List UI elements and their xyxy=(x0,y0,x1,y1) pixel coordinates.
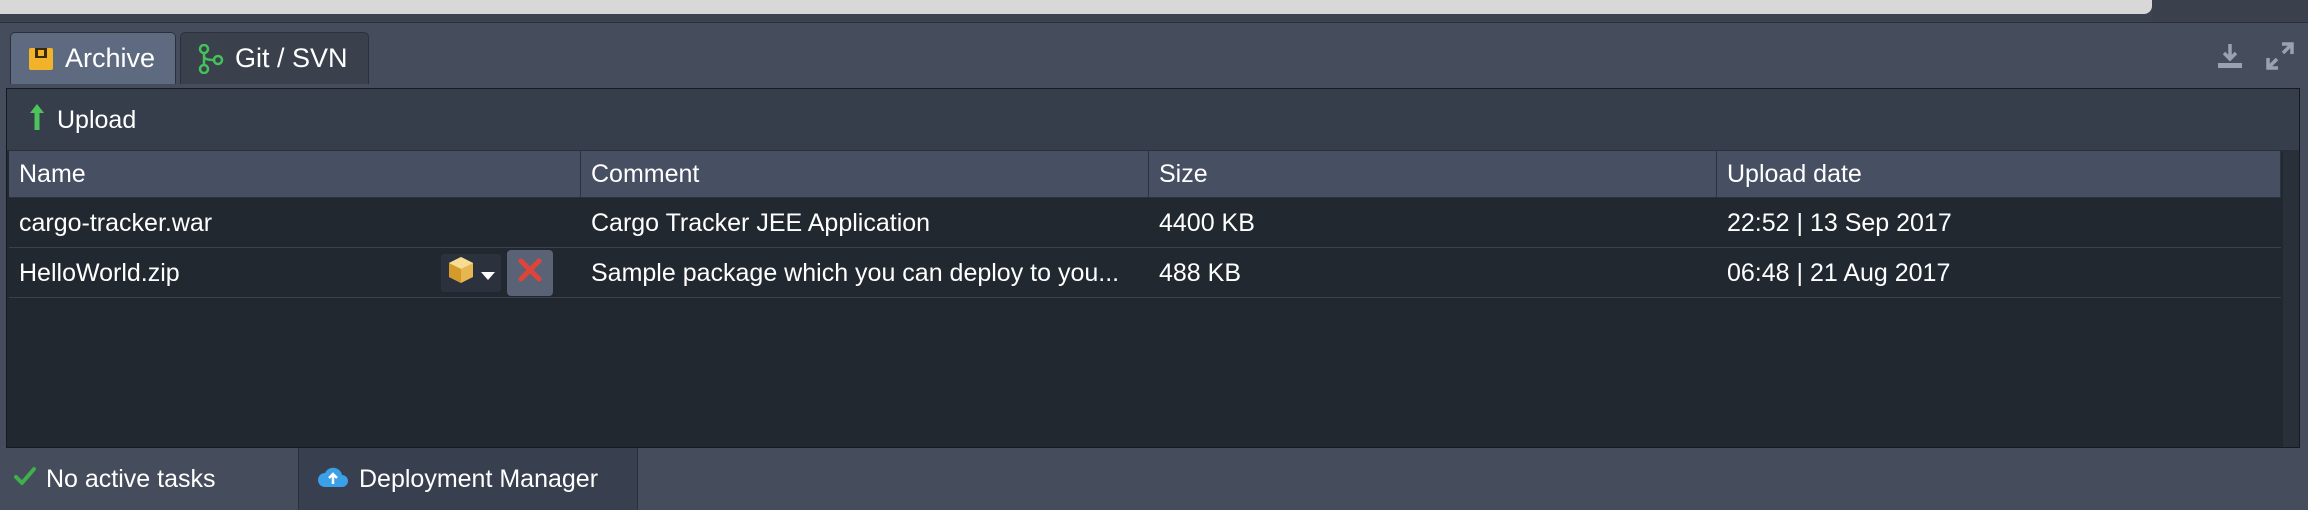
cell-comment: Cargo Tracker JEE Application xyxy=(591,208,931,237)
cell-upload-date: 06:48 | 21 Aug 2017 xyxy=(1727,258,1951,287)
upload-label: Upload xyxy=(57,105,137,134)
top-scroll-area xyxy=(0,0,2308,23)
delete-button[interactable] xyxy=(507,250,553,296)
column-header-size[interactable]: Size xyxy=(1149,151,1717,197)
table-row[interactable]: HelloWorld.zip Sample package which you … xyxy=(9,249,2281,298)
upload-button[interactable]: Upload xyxy=(29,99,136,141)
cell-name: cargo-tracker.war xyxy=(19,208,213,237)
archive-panel: Upload Name Comment Size Upload date car… xyxy=(6,88,2300,448)
cell-name-with-actions: HelloWorld.zip xyxy=(9,249,581,297)
vertical-scrollbar[interactable] xyxy=(2283,151,2299,447)
cell-upload-date: 22:52 | 13 Sep 2017 xyxy=(1727,208,1952,237)
deployment-manager-tab[interactable]: Deployment Manager xyxy=(298,448,638,510)
toolbar: Upload xyxy=(7,89,2299,151)
tasks-status[interactable]: No active tasks xyxy=(14,448,236,510)
archive-icon xyxy=(27,45,55,73)
tab-git-svn[interactable]: Git / SVN xyxy=(180,32,369,84)
column-header-comment[interactable]: Comment xyxy=(581,151,1149,197)
tab-git-svn-label: Git / SVN xyxy=(235,43,348,73)
deploy-button[interactable] xyxy=(441,254,501,292)
tab-archive-label: Archive xyxy=(65,43,156,73)
tab-archive[interactable]: Archive xyxy=(10,32,177,84)
cell-size: 488 KB xyxy=(1159,258,1242,287)
arrow-up-icon xyxy=(29,102,45,139)
tasks-status-label: No active tasks xyxy=(46,464,216,493)
status-bar: No active tasks Deployment Manager xyxy=(0,448,2308,510)
tab-bar: Archive Git / SVN xyxy=(10,32,369,84)
cell-name: HelloWorld.zip xyxy=(19,258,180,287)
expand-icon[interactable] xyxy=(2264,40,2296,72)
deployment-manager-label: Deployment Manager xyxy=(359,464,599,493)
cloud-upload-icon xyxy=(317,463,349,496)
cell-comment: Sample package which you can deploy to y… xyxy=(591,258,1120,287)
checkmark-icon xyxy=(14,465,36,494)
column-header-upload-date[interactable]: Upload date xyxy=(1717,151,2281,197)
panel-controls xyxy=(2214,40,2296,72)
git-branch-icon xyxy=(197,43,225,74)
top-strip-right xyxy=(2152,0,2308,22)
row-actions xyxy=(441,249,553,297)
download-icon[interactable] xyxy=(2214,40,2246,72)
column-header-name[interactable]: Name xyxy=(9,151,581,197)
table-row[interactable]: cargo-tracker.war Cargo Tracker JEE Appl… xyxy=(9,199,2281,248)
cell-size: 4400 KB xyxy=(1159,208,1255,237)
chevron-down-icon xyxy=(480,259,496,288)
package-icon xyxy=(446,255,476,292)
close-icon xyxy=(518,258,542,289)
table-header: Name Comment Size Upload date xyxy=(9,151,2281,198)
horizontal-scrollbar[interactable] xyxy=(0,0,2152,14)
